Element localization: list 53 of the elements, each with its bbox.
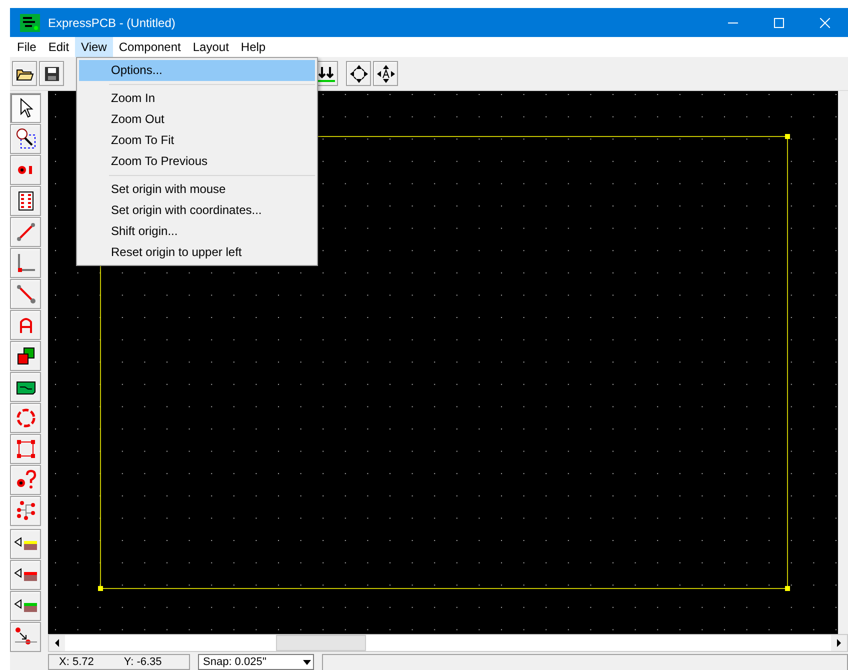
net-icon xyxy=(14,500,36,522)
menu-item[interactable]: Layout xyxy=(186,37,235,57)
tool-button[interactable] xyxy=(10,341,41,371)
menu-item[interactable]: Edit xyxy=(42,37,76,57)
menu-option[interactable]: Shift origin... xyxy=(79,221,315,242)
layers-icon xyxy=(14,345,36,367)
layer-button[interactable] xyxy=(10,529,41,559)
x-coordinate: X: 5.72 xyxy=(59,655,94,669)
open-button[interactable] xyxy=(12,61,37,86)
close-icon xyxy=(820,18,830,28)
menu-option[interactable]: Zoom In xyxy=(79,88,315,109)
y-coordinate: Y: -6.35 xyxy=(124,655,162,669)
trace-icon xyxy=(14,221,36,243)
menu-option[interactable]: Zoom To Previous xyxy=(79,151,315,172)
app-logo-icon xyxy=(20,14,40,32)
line-icon xyxy=(14,283,36,305)
four-arrows-letter-icon xyxy=(376,64,396,84)
tool-button[interactable] xyxy=(10,186,41,216)
left-arrow-icon xyxy=(54,639,60,647)
horizontal-scrollbar[interactable] xyxy=(48,634,848,652)
menu-item[interactable]: Help xyxy=(234,37,272,57)
scroll-right-button[interactable] xyxy=(831,635,847,651)
menu-option[interactable]: Set origin with mouse xyxy=(79,179,315,200)
origin-button[interactable] xyxy=(10,622,41,652)
move-button[interactable] xyxy=(346,61,371,86)
maximize-icon xyxy=(774,18,784,28)
menu-item[interactable]: View xyxy=(75,37,113,57)
window-title: ExpressPCB - (Untitled) xyxy=(48,16,176,30)
menu-option[interactable]: Zoom To Fit xyxy=(79,130,315,151)
scroll-left-button[interactable] xyxy=(49,635,65,651)
zoom-icon xyxy=(14,128,36,150)
layer-button[interactable] xyxy=(10,560,41,590)
rectangle-icon xyxy=(14,438,36,460)
menu-item[interactable]: File xyxy=(11,37,42,57)
tool-button[interactable] xyxy=(10,124,41,154)
menu-option[interactable]: Reset origin to upper left xyxy=(79,242,315,263)
menu-option[interactable]: Options... xyxy=(79,60,315,81)
four-arrows-icon xyxy=(348,64,368,84)
tool-button[interactable] xyxy=(10,372,41,402)
tool-button[interactable] xyxy=(10,93,41,123)
dropdown-arrow-icon xyxy=(303,660,311,664)
down-arrows-icon xyxy=(316,64,336,82)
auto-place-button[interactable] xyxy=(373,61,398,86)
menu-item[interactable]: Component xyxy=(112,37,187,57)
circle-icon xyxy=(14,407,36,429)
menu-option[interactable]: Zoom Out xyxy=(79,109,315,130)
menu-option[interactable]: Set origin with coordinates... xyxy=(79,200,315,221)
query-icon xyxy=(14,469,36,491)
scrollbar-thumb[interactable] xyxy=(276,635,366,651)
snap-dropdown[interactable]: Snap: 0.025'' xyxy=(198,654,314,670)
save-button[interactable] xyxy=(39,61,64,86)
right-arrow-icon xyxy=(836,639,842,647)
layer-button[interactable] xyxy=(10,591,41,621)
